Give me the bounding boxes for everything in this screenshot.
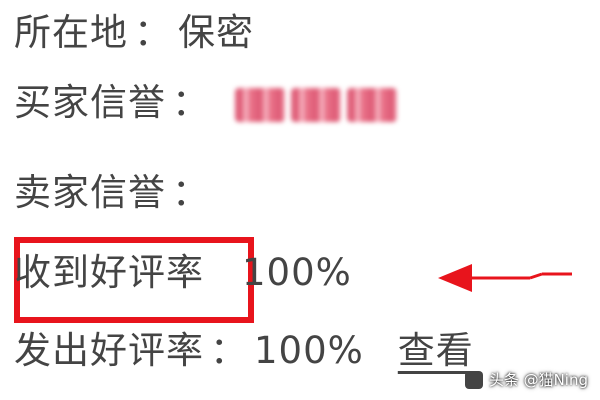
received-rate-value: 100% <box>242 251 352 294</box>
watermark: 头条 @猫Ning <box>464 369 588 390</box>
received-rate-label: 收到好评率 <box>14 251 204 294</box>
buyer-credit-blurred-badge <box>234 87 397 122</box>
sent-rate-label: 发出好评率 <box>14 329 204 372</box>
sent-rate-value: 100% <box>254 329 364 372</box>
credit-diamond-icon <box>234 87 285 122</box>
view-details-link[interactable]: 查看 <box>398 329 474 372</box>
location-label: 所在地 <box>14 11 128 54</box>
seller-credit-label: 卖家信誉 <box>14 171 166 214</box>
buyer-credit-label: 买家信誉 <box>14 81 166 124</box>
buyer-credit-colon: ： <box>172 81 210 124</box>
credit-diamond-icon <box>346 87 397 122</box>
sent-rate-row: 发出好评率： 100% 查看 <box>14 328 474 374</box>
location-row: 所在地：保密 <box>14 10 254 56</box>
sent-rate-colon: ： <box>210 329 248 372</box>
buyer-credit-row: 买家信誉： <box>14 80 397 126</box>
location-colon: ： <box>134 11 172 54</box>
credit-diamond-icon <box>290 87 341 122</box>
seller-credit-colon: ： <box>172 171 210 214</box>
arrow-left-icon <box>438 264 572 292</box>
location-value: 保密 <box>178 11 254 54</box>
toutiao-logo-icon <box>464 370 483 389</box>
watermark-text: 头条 @猫Ning <box>488 371 588 389</box>
received-rate-row: 收到好评率 100% <box>14 250 352 296</box>
seller-credit-row: 卖家信誉： <box>14 170 216 216</box>
